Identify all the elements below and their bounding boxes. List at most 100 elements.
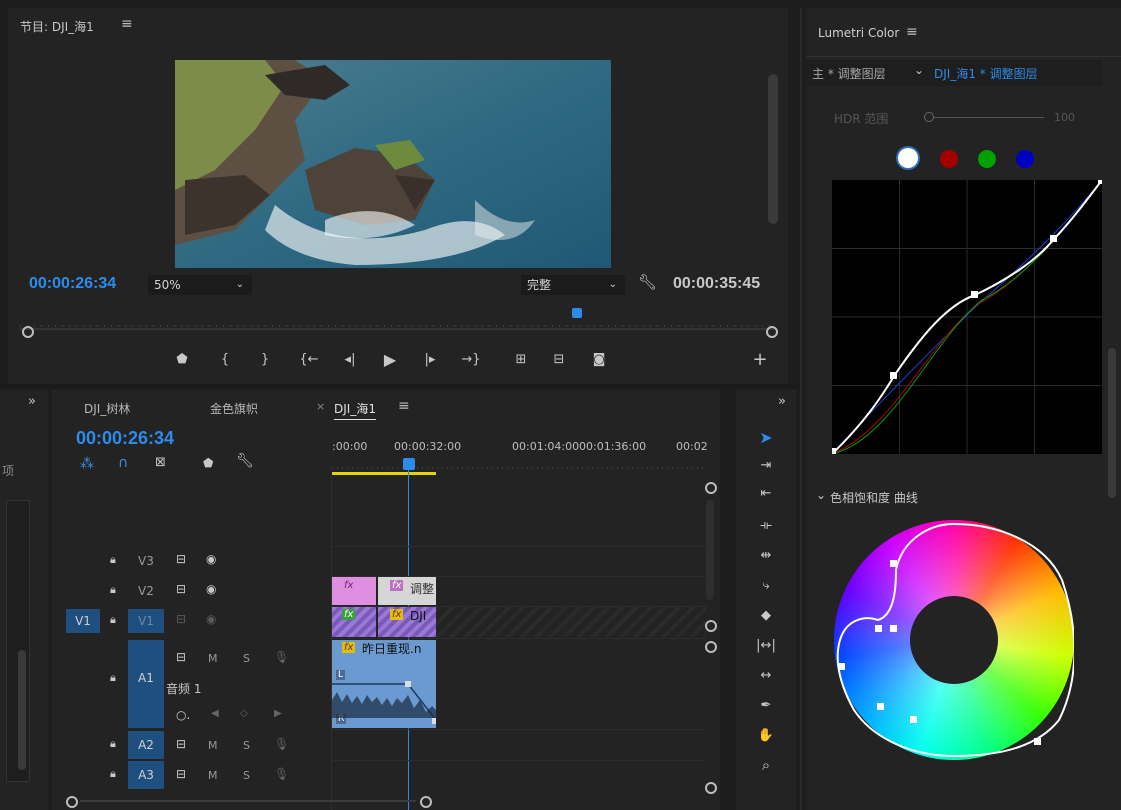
lock-icon[interactable]: 🔒︎ bbox=[110, 767, 116, 781]
solo-button[interactable]: S bbox=[243, 739, 250, 752]
rolling-edit-tool-icon[interactable]: ⟛ bbox=[754, 514, 778, 536]
rgb-curves-graph[interactable] bbox=[830, 178, 1104, 455]
marker-icon[interactable]: ⬟ bbox=[171, 348, 193, 370]
eye-icon[interactable]: ◉ bbox=[206, 582, 216, 596]
master-clip-label[interactable]: 主 * 调整图层 bbox=[812, 65, 886, 82]
program-monitor-title[interactable]: 节目: DJI_海1 bbox=[20, 18, 94, 35]
sync-icon[interactable]: ⊟ bbox=[176, 650, 186, 664]
add-button-icon[interactable]: + bbox=[749, 348, 771, 370]
playhead-marker[interactable] bbox=[572, 308, 582, 318]
work-area-bar[interactable] bbox=[332, 472, 436, 475]
chevron-down-icon[interactable]: ⌄ bbox=[816, 488, 826, 502]
ruler-zoom-handle[interactable] bbox=[705, 482, 717, 494]
track-select-tool-icon[interactable]: ⇥ bbox=[754, 454, 778, 476]
v1-clip-dji[interactable]: fx DJI bbox=[378, 607, 436, 637]
tab-dji-forest[interactable]: DJI_树林 bbox=[84, 400, 130, 417]
lock-icon[interactable]: 🔒︎ bbox=[110, 737, 116, 751]
eye-icon[interactable]: ◉ bbox=[206, 612, 216, 626]
lock-icon[interactable]: 🔒︎ bbox=[110, 671, 116, 685]
zoom-select[interactable]: 50% ⌄ bbox=[148, 275, 252, 295]
step-forward-icon[interactable]: |▸ bbox=[419, 348, 441, 370]
tab-dji-sea[interactable]: DJI_海1 bbox=[334, 400, 376, 420]
snap-nest-icon[interactable]: ⁂ bbox=[80, 456, 94, 472]
add-keyframe-icon[interactable]: ◇ bbox=[240, 708, 248, 719]
v2-clip-adjustment-a[interactable]: fx bbox=[332, 577, 376, 605]
lock-icon[interactable]: 🔒︎ bbox=[110, 553, 116, 567]
panel-menu-icon[interactable]: ≡ bbox=[398, 398, 410, 414]
timeline-hscroll[interactable] bbox=[66, 796, 436, 808]
lumetri-vscroll[interactable] bbox=[1108, 348, 1116, 498]
lumetri-clip-path[interactable]: 主 * 调整图层 ⌄ DJI_海1 * 调整图层 bbox=[806, 60, 1102, 86]
extract-icon[interactable]: ⊟ bbox=[548, 348, 570, 370]
time-ruler[interactable]: :00:00 00:00:32:00 00:01:04:00 00:01:36:… bbox=[332, 436, 708, 475]
mic-icon[interactable]: 🎙︎ bbox=[274, 767, 289, 781]
panel-menu-icon[interactable]: ≡ bbox=[906, 24, 918, 40]
a2-target[interactable]: A2 bbox=[128, 731, 164, 759]
sync-icon[interactable]: ⊟ bbox=[176, 737, 186, 751]
panel-menu-icon[interactable]: ≡ bbox=[121, 16, 133, 32]
hue-saturation-wheel[interactable] bbox=[834, 520, 1074, 760]
timeline-playhead-head[interactable] bbox=[403, 458, 415, 470]
snap-magnet-icon[interactable]: ∩ bbox=[118, 455, 128, 471]
hsl-curves-section-title[interactable]: 色相饱和度 曲线 bbox=[830, 489, 918, 506]
track-v3-label[interactable]: V3 bbox=[138, 554, 154, 568]
camera-icon[interactable]: ◙ bbox=[588, 348, 610, 370]
program-current-timecode[interactable]: 00:00:26:34 bbox=[29, 275, 116, 293]
slide-tool-icon[interactable]: ↔ bbox=[754, 664, 778, 686]
sequence-clip-label[interactable]: DJI_海1 * 调整图层 bbox=[934, 65, 1038, 82]
mute-button[interactable]: M bbox=[208, 769, 218, 782]
mic-icon[interactable]: 🎙︎ bbox=[274, 650, 289, 664]
timeline-playhead-line[interactable] bbox=[408, 468, 409, 810]
mute-button[interactable]: M bbox=[208, 739, 218, 752]
close-tab-icon[interactable]: × bbox=[316, 400, 325, 413]
sync-icon[interactable]: ⊟ bbox=[176, 552, 186, 566]
ripple-edit-tool-icon[interactable]: ⇤ bbox=[754, 482, 778, 504]
track-v2-label[interactable]: V2 bbox=[138, 584, 154, 598]
mark-out-icon[interactable]: } bbox=[254, 348, 276, 370]
tab-golden-flag[interactable]: 金色旗帜 bbox=[210, 400, 258, 417]
pen-tool-icon[interactable]: ✒ bbox=[754, 694, 778, 716]
in-point-handle[interactable] bbox=[22, 326, 34, 338]
go-to-out-icon[interactable]: →} bbox=[460, 348, 482, 370]
track-scroll-handle[interactable] bbox=[705, 620, 717, 632]
track-scroll-handle[interactable] bbox=[705, 641, 717, 653]
a3-target[interactable]: A3 bbox=[128, 761, 164, 789]
lock-icon[interactable]: 🔒︎ bbox=[110, 583, 116, 597]
track-a1-name[interactable]: 音频 1 bbox=[166, 680, 201, 697]
keyframe-icon[interactable]: ○. bbox=[176, 708, 190, 722]
prev-keyframe-icon[interactable]: ◀ bbox=[211, 708, 219, 719]
quality-select[interactable]: 完整 ⌄ bbox=[521, 275, 625, 295]
green-channel-button[interactable] bbox=[978, 150, 996, 168]
monitor-vscroll[interactable] bbox=[768, 74, 778, 224]
mic-icon[interactable]: 🎙︎ bbox=[274, 737, 289, 751]
program-video-frame[interactable] bbox=[175, 60, 611, 268]
lift-icon[interactable]: ⊞ bbox=[510, 348, 532, 370]
lock-icon[interactable]: 🔒︎ bbox=[110, 613, 116, 627]
mute-button[interactable]: M bbox=[208, 652, 218, 665]
next-keyframe-icon[interactable]: ▶ bbox=[274, 708, 282, 719]
sync-icon[interactable]: ⊟ bbox=[176, 767, 186, 781]
expand-icon[interactable]: » bbox=[778, 394, 786, 409]
track-a1-label[interactable]: A1 bbox=[138, 671, 154, 685]
v1-target[interactable]: V1 bbox=[128, 609, 164, 633]
sync-icon[interactable]: ⊟ bbox=[176, 582, 186, 596]
step-back-icon[interactable]: ◂| bbox=[339, 348, 361, 370]
white-channel-button[interactable] bbox=[898, 148, 918, 168]
rate-stretch-tool-icon[interactable]: ⇹ bbox=[754, 544, 778, 566]
v1-source-patch[interactable]: V1 bbox=[66, 609, 100, 633]
play-icon[interactable]: ▶ bbox=[379, 348, 401, 370]
red-channel-button[interactable] bbox=[940, 150, 958, 168]
out-point-handle[interactable] bbox=[766, 326, 778, 338]
go-to-in-icon[interactable]: {← bbox=[298, 348, 320, 370]
linked-selection-icon[interactable]: ⊠ bbox=[155, 455, 166, 470]
lumetri-title[interactable]: Lumetri Color bbox=[818, 26, 899, 40]
sync-icon[interactable]: ⊟ bbox=[176, 612, 186, 626]
slip-tool-icon[interactable]: |↔| bbox=[754, 634, 778, 656]
panel-divider[interactable] bbox=[800, 8, 802, 810]
project-scroll-thumb[interactable] bbox=[18, 650, 26, 770]
solo-button[interactable]: S bbox=[243, 769, 250, 782]
zoom-tool-icon[interactable]: ⌕ bbox=[754, 754, 778, 776]
wrench-icon[interactable]: 🔧︎ bbox=[638, 273, 657, 291]
v2-clip-adjustment-b[interactable]: fx 调整 bbox=[378, 577, 436, 605]
timeline-vscroll[interactable] bbox=[706, 500, 714, 600]
